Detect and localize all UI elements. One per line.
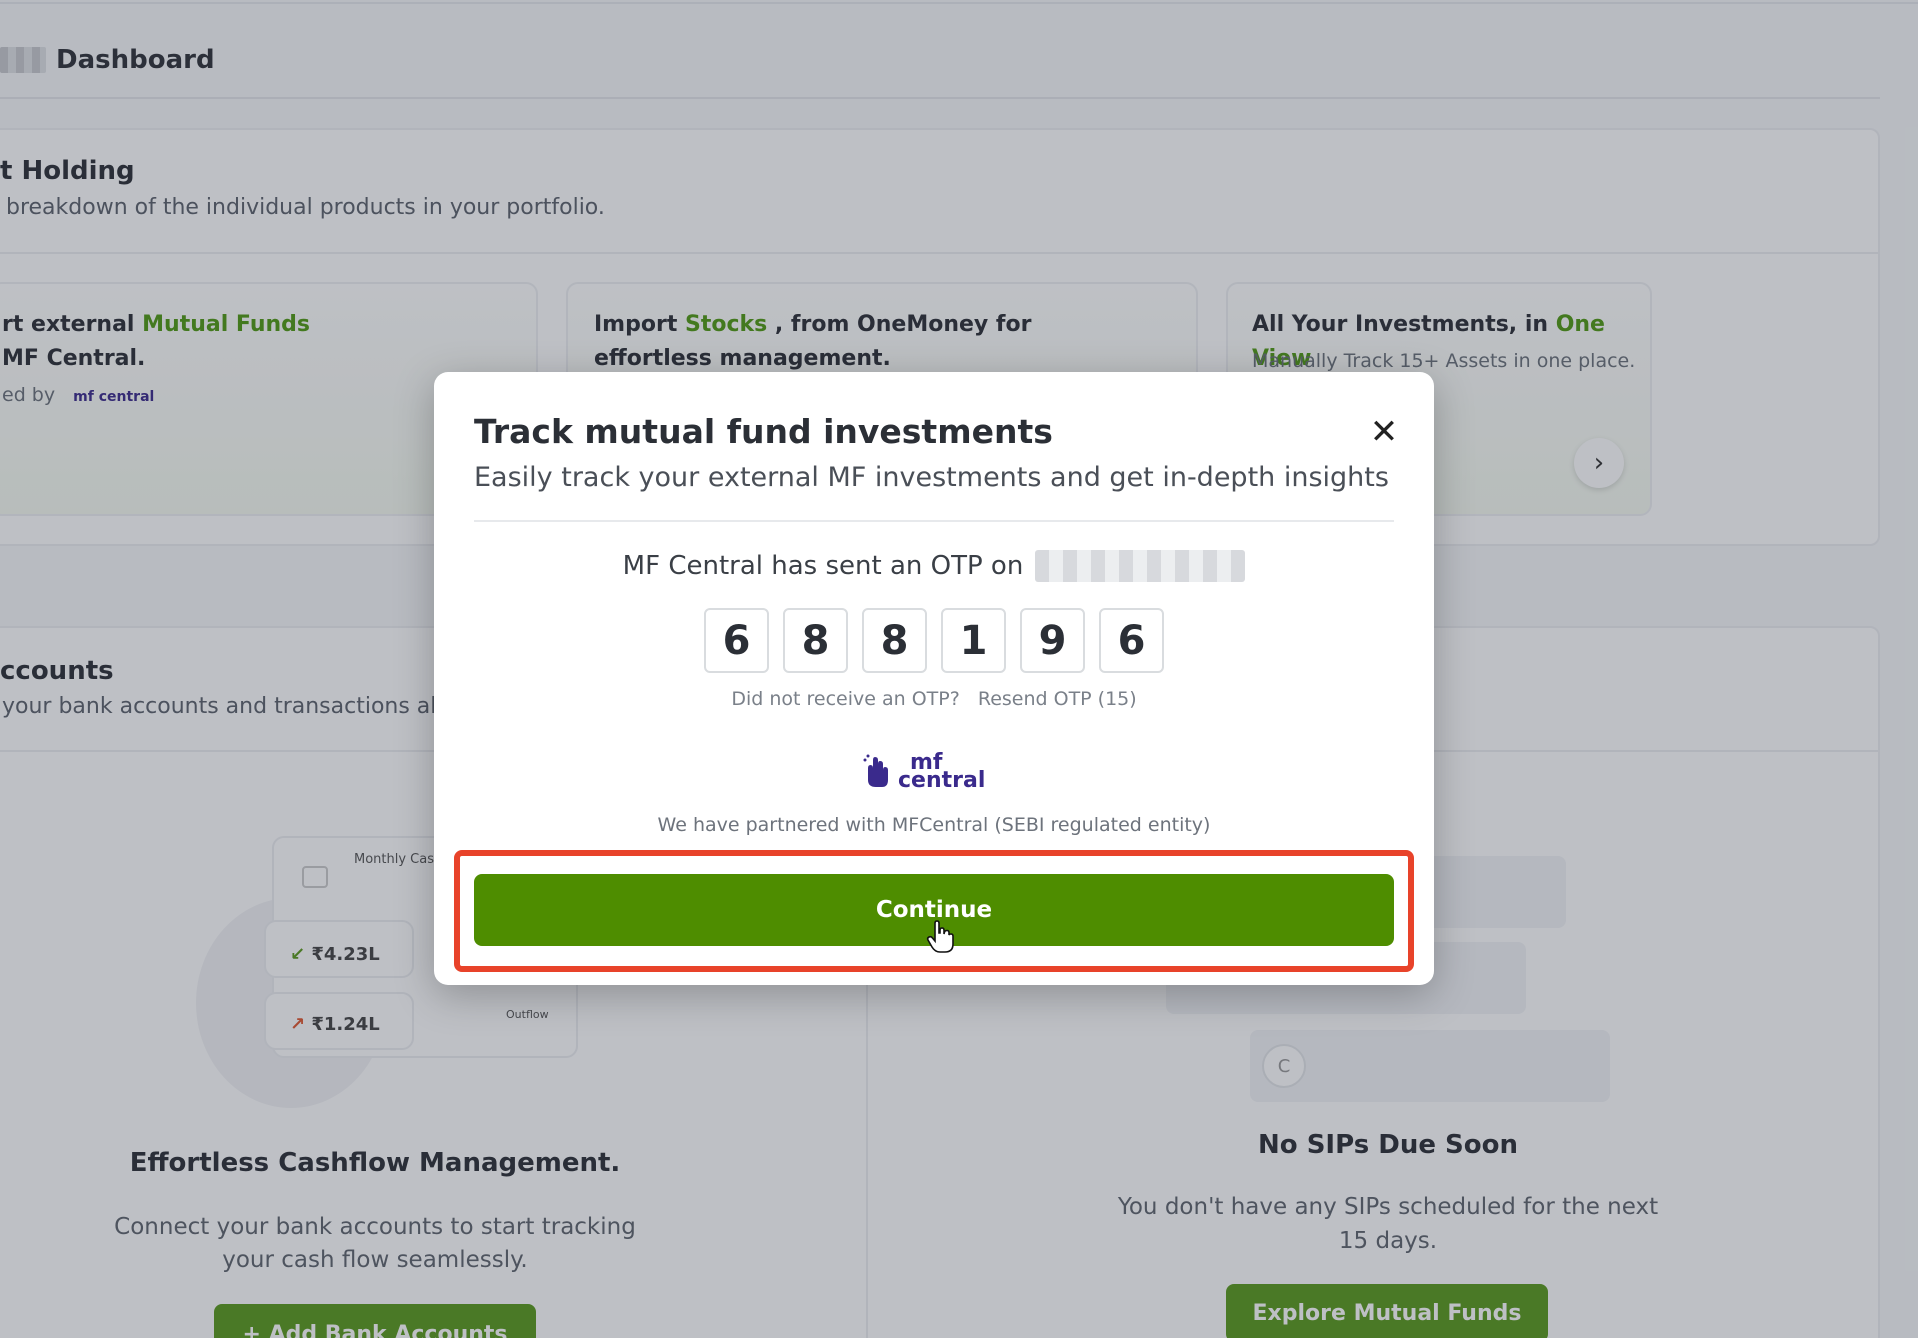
hand-icon xyxy=(863,754,888,787)
masked-phone-number xyxy=(1035,550,1246,582)
otp-digit-3[interactable]: 8 xyxy=(862,608,927,673)
resend-otp-link[interactable]: Resend OTP (15) xyxy=(978,688,1137,710)
otp-digit-1[interactable]: 6 xyxy=(704,608,769,673)
otp-digit-5[interactable]: 9 xyxy=(1020,608,1085,673)
track-mf-modal: Track mutual fund investments Easily tra… xyxy=(434,372,1434,985)
modal-title: Track mutual fund investments xyxy=(474,412,1053,451)
partner-note: We have partnered with MFCentral (SEBI r… xyxy=(657,814,1211,836)
close-icon[interactable]: ✕ xyxy=(1364,412,1404,452)
otp-digit-4[interactable]: 1 xyxy=(941,608,1006,673)
hand-cursor-icon xyxy=(926,920,954,953)
modal-divider xyxy=(474,520,1394,522)
logo-text-bottom: central xyxy=(898,768,986,793)
otp-sent-text: MF Central has sent an OTP on xyxy=(622,551,1024,581)
otp-not-received-text: Did not receive an OTP? xyxy=(731,688,960,710)
otp-sent-message: MF Central has sent an OTP on xyxy=(434,550,1434,582)
otp-digit-2[interactable]: 8 xyxy=(783,608,848,673)
resend-row: Did not receive an OTP? Resend OTP (15) xyxy=(434,688,1434,710)
otp-digit-6[interactable]: 6 xyxy=(1099,608,1164,673)
modal-subtitle: Easily track your external MF investment… xyxy=(474,462,1389,493)
otp-input-group: 6 8 8 1 9 6 xyxy=(704,608,1164,673)
mf-central-logo: mf central xyxy=(862,750,992,794)
